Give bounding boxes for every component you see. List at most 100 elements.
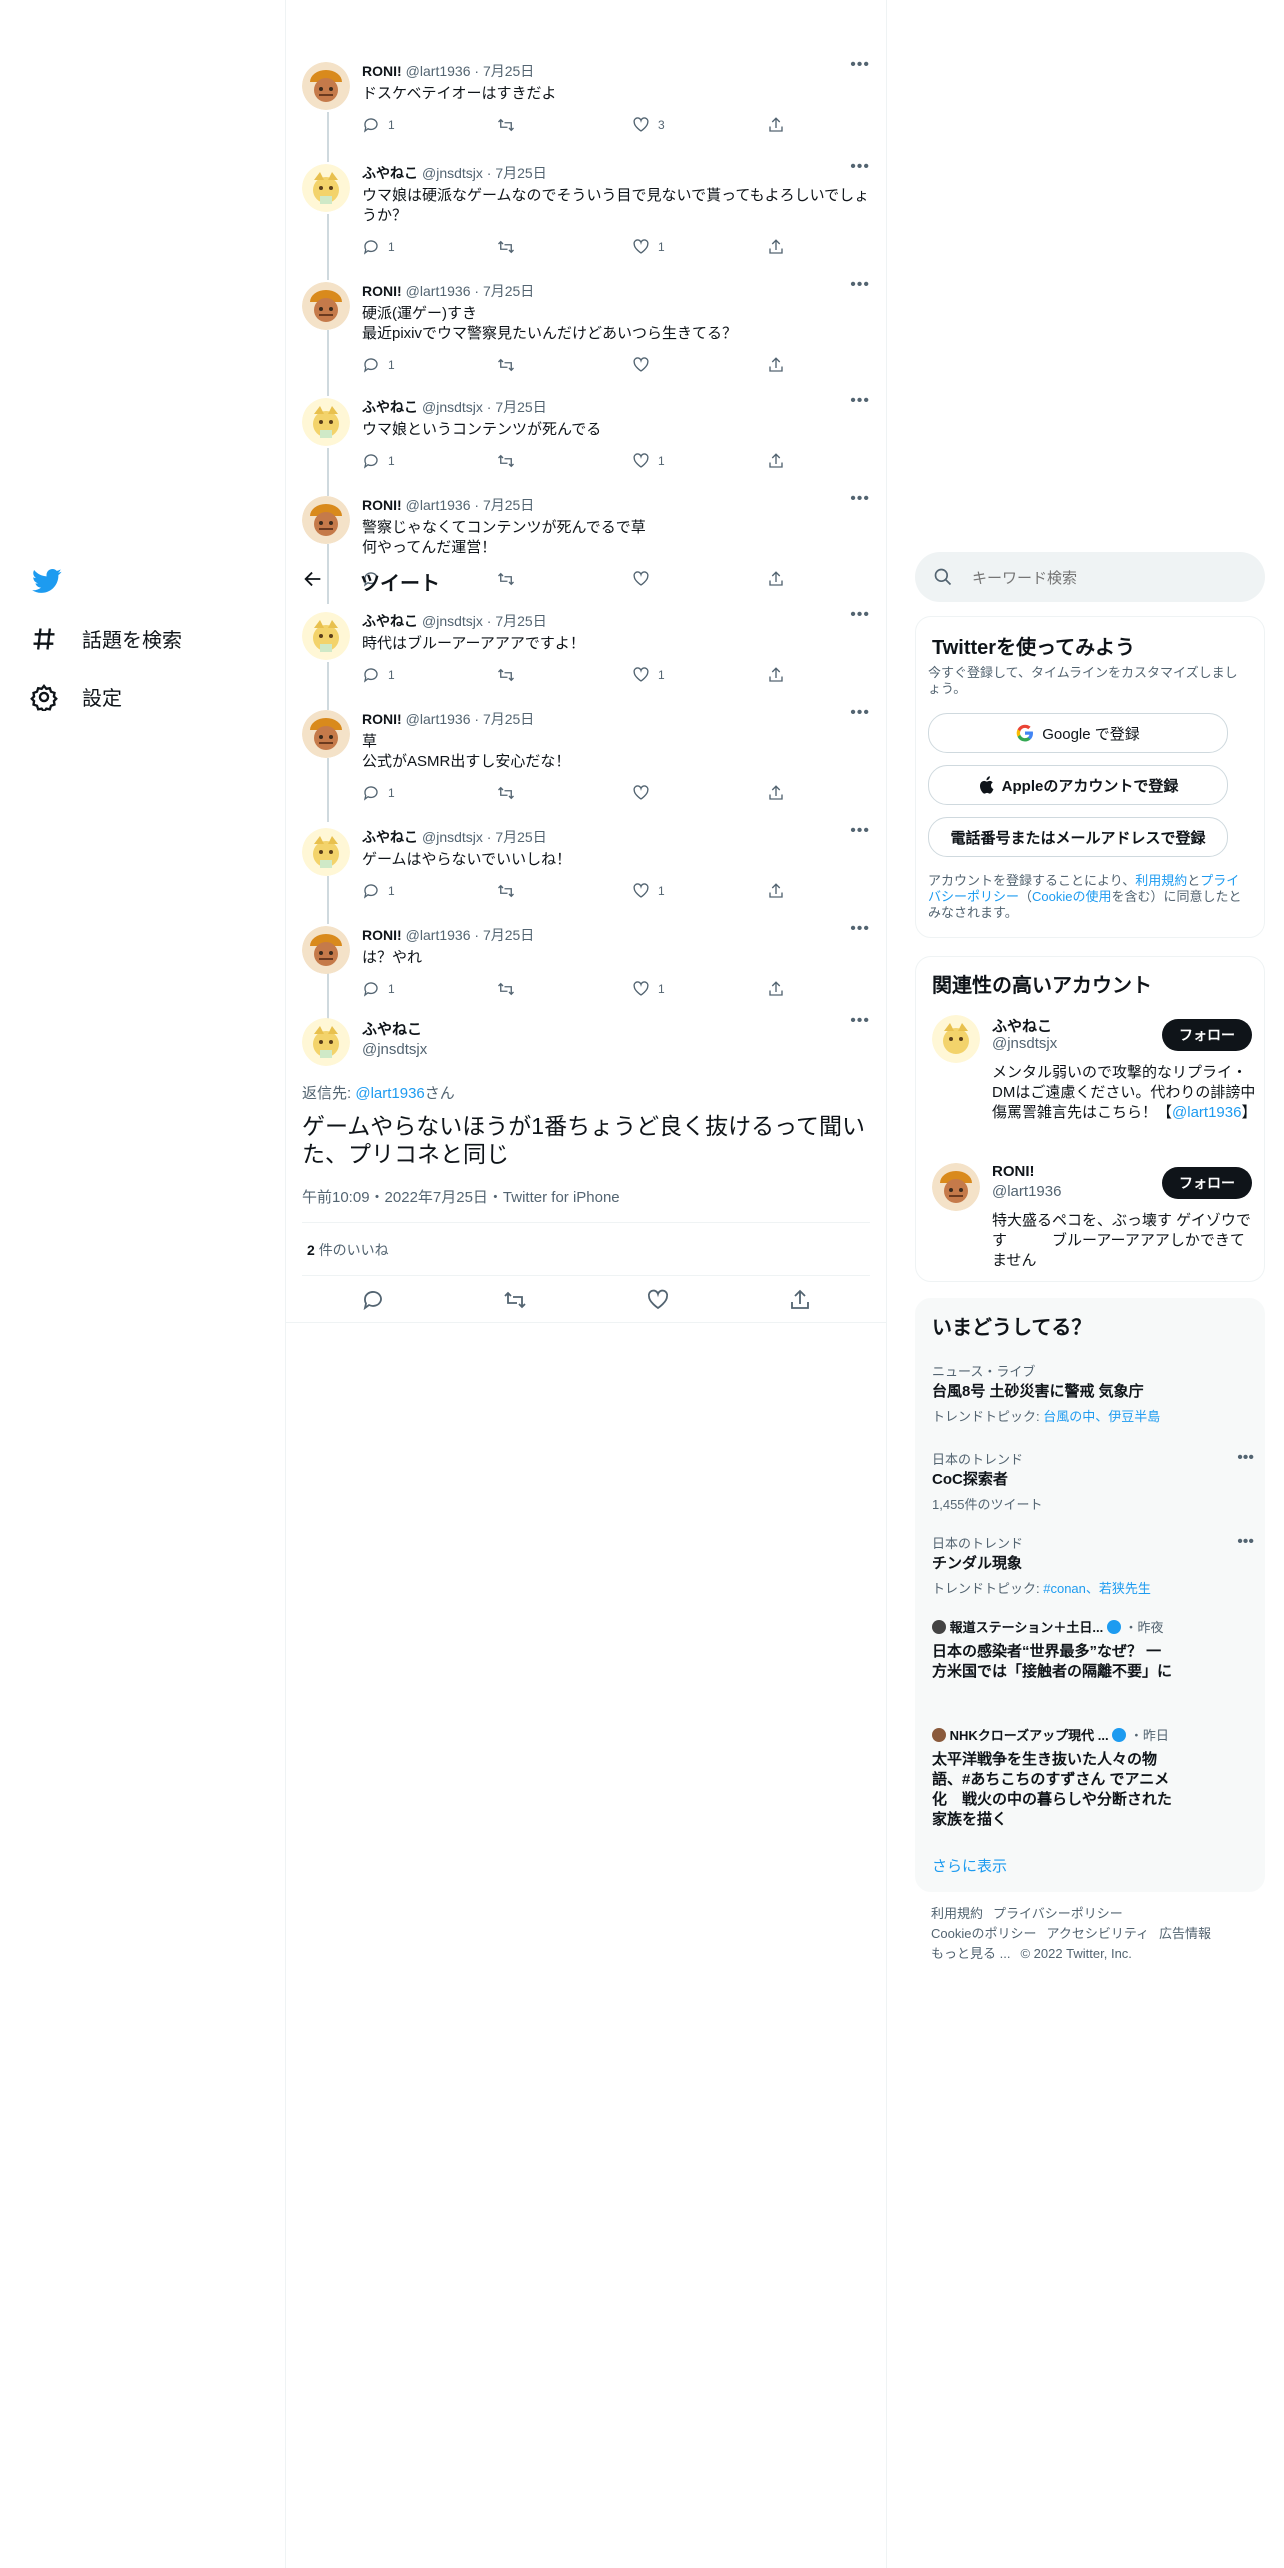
- related-account[interactable]: ふやねこ @jnsdtsjx フォロー メンタル弱いので攻撃的なリプライ・DMは…: [932, 1015, 1256, 1145]
- tweet-date[interactable]: 7月25日: [483, 711, 534, 727]
- tweet-date[interactable]: 7月25日: [495, 165, 546, 181]
- retweet-icon[interactable]: [503, 1288, 527, 1312]
- nav-settings[interactable]: 設定: [30, 682, 122, 711]
- back-arrow-icon[interactable]: [302, 568, 324, 590]
- twitter-logo-icon[interactable]: [32, 566, 62, 596]
- news-item[interactable]: NHKクローズアップ現代 ... ・昨日 太平洋戦争を生き抜いた人々の物語、#あ…: [932, 1725, 1172, 1830]
- share-button[interactable]: [767, 452, 785, 470]
- retweet-button[interactable]: [497, 784, 523, 802]
- avatar[interactable]: [302, 164, 350, 212]
- trend-topic-link[interactable]: 台風の中、伊豆半島: [1043, 1409, 1160, 1424]
- like-button[interactable]: 1: [632, 882, 665, 900]
- related-account[interactable]: RONI! @lart1936 フォロー 特大盛るペコを、ぶっ壊す ゲイゾウです…: [932, 1163, 1252, 1273]
- avatar[interactable]: [932, 1015, 980, 1063]
- more-icon[interactable]: •••: [850, 158, 870, 176]
- reply-button[interactable]: 1: [362, 238, 395, 256]
- tweet-date[interactable]: 7月25日: [495, 399, 546, 415]
- reply-button[interactable]: 1: [362, 116, 395, 134]
- thread-tweet[interactable]: RONI! @lart1936 · 7月25日 ••• は？やれ 1 1: [302, 920, 870, 1000]
- avatar[interactable]: [302, 1018, 350, 1066]
- author-name[interactable]: ふやねこ: [362, 165, 418, 181]
- avatar[interactable]: [302, 398, 350, 446]
- tweet-timestamp[interactable]: 午前10:09・2022年7月25日・Twitter for iPhone: [302, 1186, 620, 1207]
- likes-count[interactable]: 2 件のいいね: [307, 1240, 389, 1260]
- tweet-date[interactable]: 7月25日: [483, 497, 534, 513]
- tweet-date[interactable]: 7月25日: [483, 283, 534, 299]
- thread-tweet[interactable]: RONI! @lart1936 · 7月25日 ••• 草 公式がASMR出すし安心だ…: [302, 704, 870, 804]
- phone-email-signup-button[interactable]: 電話番号またはメールアドレスで登録: [928, 817, 1228, 857]
- more-icon[interactable]: •••: [850, 56, 870, 74]
- retweet-button[interactable]: [497, 356, 523, 374]
- like-button[interactable]: 1: [632, 666, 665, 684]
- more-icon[interactable]: •••: [850, 392, 870, 410]
- author-handle[interactable]: @lart1936: [406, 497, 471, 513]
- author-handle[interactable]: @lart1936: [406, 283, 471, 299]
- trend-item[interactable]: 日本のトレンド チンダル現象 トレンドトピック: #conan、若狭先生 •••: [932, 1533, 1254, 1597]
- share-button[interactable]: [767, 980, 785, 998]
- author-handle[interactable]: @lart1936: [406, 711, 471, 727]
- footer-link[interactable]: もっと見る ...: [931, 1946, 1010, 1961]
- author-name[interactable]: RONI!: [362, 711, 402, 727]
- account-name[interactable]: ふやねこ: [992, 1015, 1052, 1036]
- author-name[interactable]: ふやねこ: [362, 399, 418, 415]
- thread-tweet[interactable]: ふやねこ @jnsdtsjx · 7月25日 ••• ウマ娘というコンテンツが死んでる…: [302, 392, 870, 472]
- author-handle[interactable]: @jnsdtsjx: [422, 613, 483, 629]
- like-button[interactable]: [632, 784, 658, 802]
- account-name[interactable]: RONI!: [992, 1163, 1035, 1180]
- author-name[interactable]: RONI!: [362, 283, 402, 299]
- reply-mention-link[interactable]: @lart1936: [355, 1085, 424, 1102]
- share-button[interactable]: [767, 116, 785, 134]
- share-button[interactable]: [767, 356, 785, 374]
- more-icon[interactable]: •••: [850, 704, 870, 722]
- more-icon[interactable]: •••: [1237, 1449, 1254, 1467]
- author-name[interactable]: RONI!: [362, 927, 402, 943]
- author-handle[interactable]: @jnsdtsjx: [422, 829, 483, 845]
- avatar[interactable]: [932, 1163, 980, 1211]
- retweet-button[interactable]: [497, 452, 523, 470]
- search-input[interactable]: [970, 565, 1244, 591]
- reply-icon[interactable]: [361, 1288, 385, 1312]
- footer-link[interactable]: プライバシーポリシー: [993, 1906, 1123, 1921]
- share-button[interactable]: [767, 882, 785, 900]
- author-name[interactable]: ふやねこ: [362, 613, 418, 629]
- avatar[interactable]: [302, 62, 350, 110]
- tweet-date[interactable]: 7月25日: [483, 63, 534, 79]
- tweet-date[interactable]: 7月25日: [483, 927, 534, 943]
- google-signup-button[interactable]: Google で登録: [928, 713, 1228, 753]
- search-bar[interactable]: [915, 552, 1265, 602]
- retweet-button[interactable]: [497, 980, 523, 998]
- avatar[interactable]: [302, 496, 350, 544]
- thread-tweet[interactable]: ふやねこ @jnsdtsjx · 7月25日 ••• 時代はブルーアーアアアですよ！ 1…: [302, 606, 870, 686]
- avatar[interactable]: [302, 612, 350, 660]
- avatar[interactable]: [302, 828, 350, 876]
- follow-button[interactable]: フォロー: [1162, 1019, 1252, 1051]
- author-handle[interactable]: @jnsdtsjx: [422, 165, 483, 181]
- more-icon[interactable]: •••: [1237, 1533, 1254, 1551]
- author-handle[interactable]: @jnsdtsjx: [362, 1041, 870, 1058]
- like-button[interactable]: 1: [632, 238, 665, 256]
- author-name[interactable]: RONI!: [362, 63, 402, 79]
- like-button[interactable]: 1: [632, 980, 665, 998]
- reply-button[interactable]: 1: [362, 356, 395, 374]
- tweet-date[interactable]: 7月25日: [495, 613, 546, 629]
- thread-tweet[interactable]: ふやねこ @jnsdtsjx · 7月25日 ••• ウマ娘は硬派なゲームなのでそうい…: [302, 158, 870, 258]
- show-more-link[interactable]: さらに表示: [932, 1855, 1007, 1876]
- more-icon[interactable]: •••: [850, 606, 870, 624]
- account-handle[interactable]: @jnsdtsjx: [992, 1035, 1057, 1052]
- cookie-link[interactable]: Cookieの使用: [1032, 889, 1111, 904]
- thread-tweet[interactable]: RONI! @lart1936 · 7月25日 ••• 硬派(運ゲー)すき 最近pix…: [302, 276, 870, 376]
- terms-link[interactable]: 利用規約: [1135, 873, 1187, 888]
- author-handle[interactable]: @jnsdtsjx: [422, 399, 483, 415]
- reply-button[interactable]: 1: [362, 666, 395, 684]
- footer-link[interactable]: 利用規約: [931, 1906, 983, 1921]
- share-button[interactable]: [767, 666, 785, 684]
- account-handle[interactable]: @lart1936: [992, 1183, 1061, 1200]
- author-name[interactable]: ふやねこ: [362, 829, 418, 845]
- more-icon[interactable]: •••: [850, 276, 870, 294]
- like-button[interactable]: 1: [632, 452, 665, 470]
- avatar[interactable]: [302, 926, 350, 974]
- footer-link[interactable]: 広告情報: [1159, 1926, 1211, 1941]
- share-icon[interactable]: [788, 1288, 812, 1312]
- trend-item[interactable]: 日本のトレンド CoC探索者 1,455件のツイート •••: [932, 1449, 1254, 1513]
- more-icon[interactable]: •••: [850, 490, 870, 508]
